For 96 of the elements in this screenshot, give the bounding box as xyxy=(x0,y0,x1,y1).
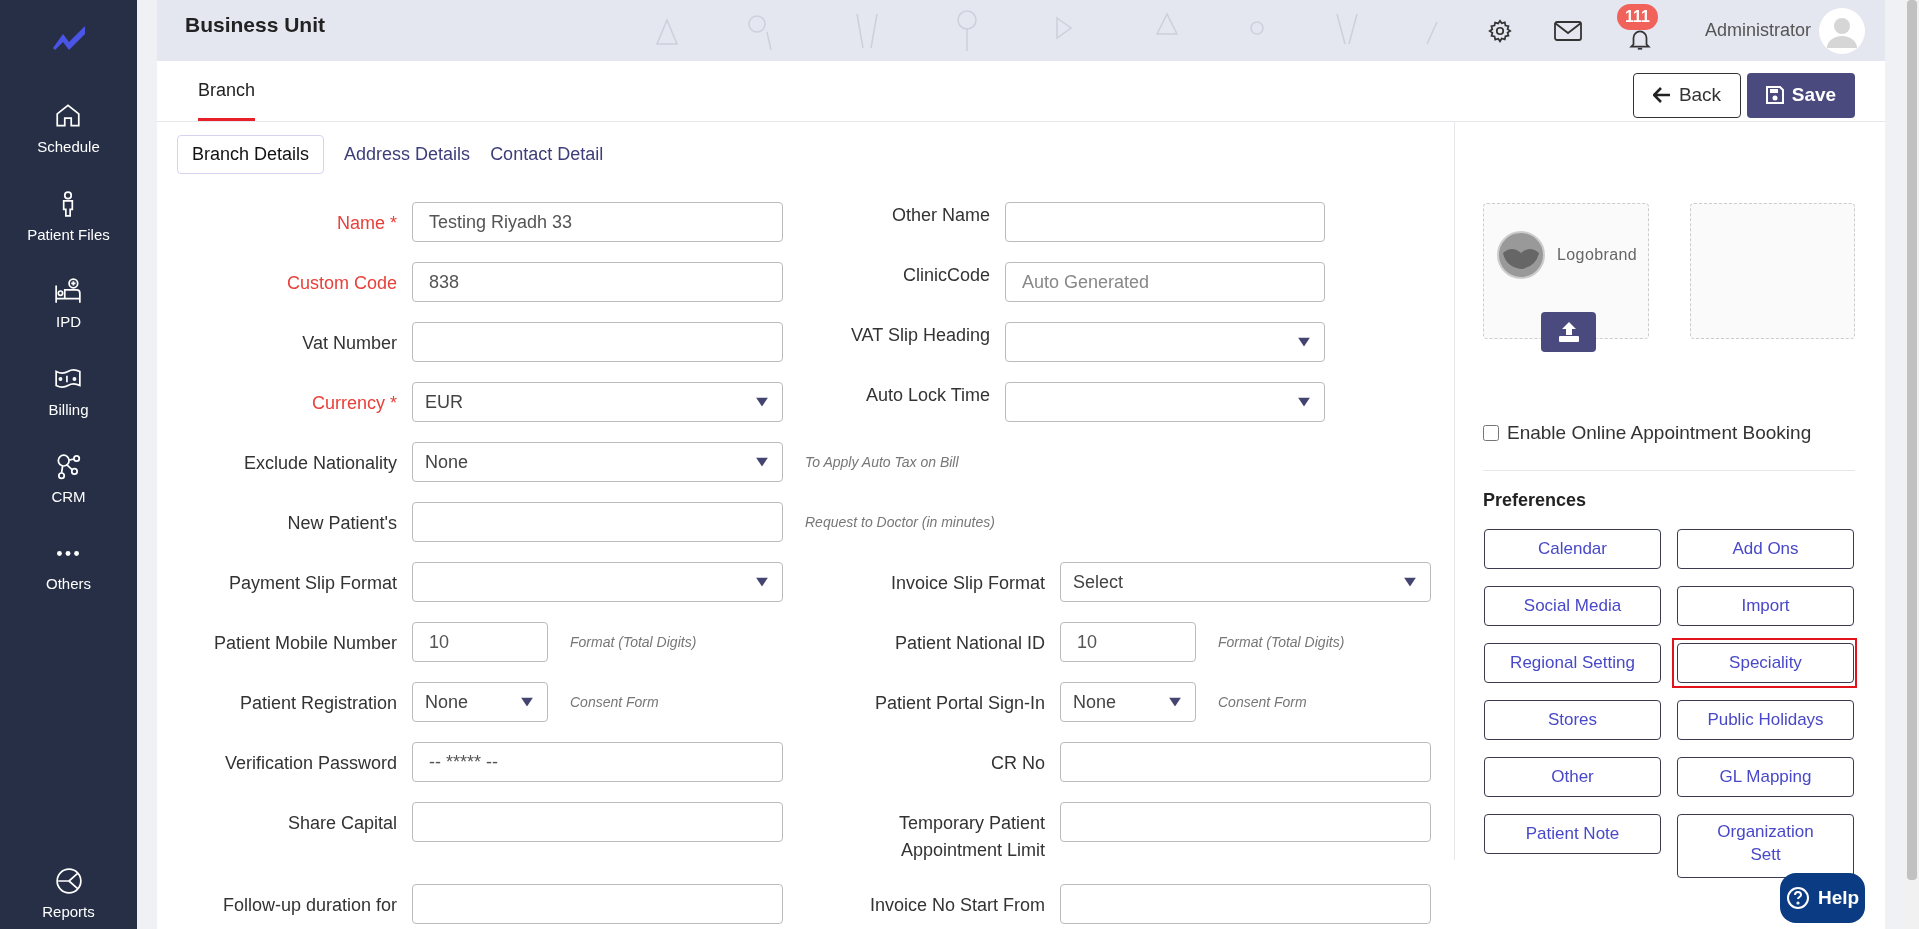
dropdown-caret-icon xyxy=(756,397,768,407)
section-tab[interactable]: Contact Detail xyxy=(490,135,604,174)
input-field[interactable] xyxy=(1060,742,1431,782)
hint-text: Consent Form xyxy=(1218,692,1307,712)
notification-badge: 111 xyxy=(1616,3,1658,30)
dropdown-caret-icon xyxy=(756,457,768,467)
field-label: VAT Slip Heading xyxy=(849,324,991,347)
logo-icon[interactable] xyxy=(50,24,87,50)
input-field[interactable] xyxy=(412,884,783,924)
section-tab[interactable]: Address Details xyxy=(344,135,471,174)
input-field[interactable]: 10 xyxy=(1060,622,1196,662)
input-field[interactable] xyxy=(1005,202,1325,242)
dropdown[interactable]: None xyxy=(1060,682,1196,722)
page-tab[interactable]: Branch xyxy=(198,77,256,121)
sidebar-item[interactable]: IPD xyxy=(55,311,81,334)
field-label: Invoice Slip Format xyxy=(889,572,1046,595)
field-label: Temporary Patient Appointment Limit xyxy=(897,812,1046,862)
arrow-left-icon xyxy=(1652,87,1671,103)
input-field[interactable]: 838 xyxy=(412,262,783,302)
help-button[interactable]: Help xyxy=(1780,873,1865,923)
avatar-icon[interactable] xyxy=(1819,7,1865,54)
field-label: Other Name xyxy=(890,204,991,227)
field-label: Exclude Nationality xyxy=(242,452,398,475)
input-field[interactable] xyxy=(412,502,783,542)
scrollbar[interactable] xyxy=(1905,0,1919,929)
field-label: Invoice No Start From xyxy=(868,894,1046,917)
input-field[interactable] xyxy=(1060,884,1431,924)
dropdown-caret-icon xyxy=(1298,397,1310,407)
input-field[interactable]: 10 xyxy=(412,622,548,662)
dropdown[interactable] xyxy=(1005,322,1325,362)
input-field[interactable]: Auto Generated xyxy=(1005,262,1325,302)
field-label: Auto Lock Time xyxy=(864,384,991,407)
dropdown-caret-icon xyxy=(756,577,768,587)
sidebar-item[interactable]: CRM xyxy=(51,486,86,509)
home-icon xyxy=(54,102,83,130)
dropdown-caret-icon xyxy=(1404,577,1416,587)
field-label: Payment Slip Format xyxy=(227,572,398,595)
field-label: Share Capital xyxy=(286,812,398,835)
dropdown[interactable] xyxy=(412,562,783,602)
dropdown[interactable]: None xyxy=(412,442,783,482)
network-icon xyxy=(54,452,83,480)
hint-text: To Apply Auto Tax on Bill xyxy=(805,452,959,472)
sidebar-item[interactable]: Billing xyxy=(48,398,89,421)
field-label: Follow-up duration for xyxy=(221,894,398,917)
more-icon xyxy=(57,550,80,556)
section-tab[interactable]: Branch Details xyxy=(177,135,325,174)
preference-button[interactable]: Speciality xyxy=(1672,637,1857,688)
logo-text: Logobrand xyxy=(1557,245,1638,265)
field-label: ClinicCode xyxy=(901,264,991,287)
hint-text: Format (Total Digits) xyxy=(570,632,697,652)
dropdown-caret-icon xyxy=(1298,337,1310,347)
upload-button[interactable] xyxy=(1541,312,1596,352)
section-heading: Preferences xyxy=(1483,488,1588,512)
sidebar-item[interactable]: Reports xyxy=(42,900,95,923)
mail-icon[interactable] xyxy=(1552,18,1583,43)
field-label: Name * xyxy=(335,212,398,235)
input-field[interactable] xyxy=(412,802,783,842)
back-button[interactable]: Back xyxy=(1633,72,1741,118)
input-field[interactable] xyxy=(1060,802,1431,842)
bed-icon xyxy=(54,277,83,305)
page-title: Business Unit xyxy=(185,12,326,38)
settings-icon[interactable] xyxy=(1486,17,1513,44)
dropdown[interactable]: None xyxy=(412,682,548,722)
save-button[interactable]: Save xyxy=(1747,72,1855,118)
sidebar-item[interactable]: Schedule xyxy=(37,136,100,159)
dropdown[interactable]: EUR xyxy=(412,382,783,422)
dropdown-caret-icon xyxy=(1169,697,1181,707)
field-label: Vat Number xyxy=(301,332,398,355)
field-label: Patient Mobile Number xyxy=(212,632,398,655)
logo-image-icon xyxy=(1497,231,1545,279)
dropdown-caret-icon xyxy=(521,697,533,707)
input-field[interactable]: Testing Riyadh 33 xyxy=(412,202,783,242)
input-field[interactable] xyxy=(412,322,783,362)
save-icon xyxy=(1765,86,1784,104)
field-label: Custom Code xyxy=(285,272,398,295)
field-label: New Patient's xyxy=(286,512,398,535)
upload-icon xyxy=(1557,322,1580,342)
hint-text: Format (Total Digits) xyxy=(1218,632,1345,652)
user-name: Administrator xyxy=(1704,19,1811,42)
field-label: Patient Registration xyxy=(238,692,398,715)
field-label: Currency * xyxy=(310,392,398,415)
dropdown[interactable] xyxy=(1005,382,1325,422)
field-label: Patient Portal Sign-In xyxy=(873,692,1046,715)
hint-text: Consent Form xyxy=(570,692,659,712)
dropdown[interactable]: Select xyxy=(1060,562,1431,602)
input-field[interactable]: -- ***** -- xyxy=(412,742,783,782)
checkbox-label: Enable Online Appointment Booking xyxy=(1507,421,1812,445)
field-label: Verification Password xyxy=(223,752,398,775)
hint-text: Request to Doctor (in minutes) xyxy=(805,512,995,532)
sidebar-item[interactable]: Others xyxy=(46,572,91,595)
help-icon xyxy=(1785,886,1810,910)
chart-icon xyxy=(54,866,83,895)
field-label: CR No xyxy=(990,752,1046,775)
sidebar-item[interactable]: Patient Files xyxy=(27,223,110,246)
checkbox[interactable] xyxy=(1483,425,1499,442)
field-label: Patient National ID xyxy=(893,632,1046,655)
